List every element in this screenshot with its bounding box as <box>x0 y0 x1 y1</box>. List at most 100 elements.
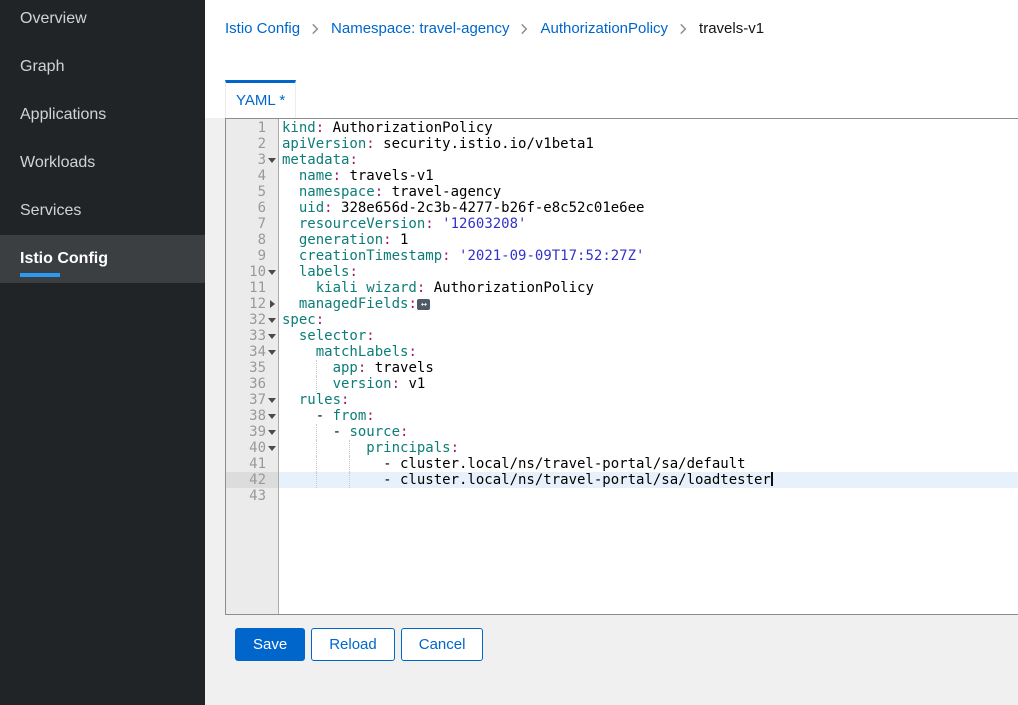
editor-line[interactable]: 34 matchLabels: <box>226 344 1018 360</box>
editor-line[interactable]: 36 version: v1 <box>226 376 1018 392</box>
code-line-content[interactable]: metadata: <box>279 152 1018 168</box>
yaml-text: : <box>408 344 416 360</box>
breadcrumb-item-authorizationpolicy[interactable]: AuthorizationPolicy <box>540 20 668 37</box>
editor-line[interactable]: 40 principals: <box>226 440 1018 456</box>
editor-line[interactable]: 2apiVersion: security.istio.io/v1beta1 <box>226 136 1018 152</box>
breadcrumb-row: Istio Config Namespace: travel-agency Auth… <box>205 0 1018 80</box>
fold-toggle-icon[interactable] <box>268 296 276 312</box>
fold-toggle-icon[interactable] <box>268 312 276 328</box>
code-line-content[interactable]: spec: <box>279 312 1018 328</box>
editor-line[interactable]: 33 selector: <box>226 328 1018 344</box>
fold-toggle-icon[interactable] <box>268 440 276 456</box>
editor-rows: 1kind: AuthorizationPolicy2apiVersion: s… <box>226 119 1018 504</box>
yaml-editor[interactable]: 1kind: AuthorizationPolicy2apiVersion: s… <box>225 118 1018 615</box>
editor-line[interactable]: 6 uid: 328e656d-2c3b-4277-b26f-e8c52c01e… <box>226 200 1018 216</box>
yaml-key: principals <box>366 440 450 456</box>
code-line-content[interactable]: kiali wizard: AuthorizationPolicy <box>279 280 1018 296</box>
folded-code-widget[interactable]: ↔ <box>417 299 430 310</box>
editor-line[interactable]: 42 - cluster.local/ns/travel-portal/sa/l… <box>226 472 1018 488</box>
yaml-key: namespace <box>299 184 375 200</box>
fold-toggle-icon[interactable] <box>268 152 276 168</box>
editor-line[interactable]: 3metadata: <box>226 152 1018 168</box>
yaml-text: - cluster.local/ns/travel-portal/sa/load… <box>282 472 771 488</box>
code-line-content[interactable]: generation: 1 <box>279 232 1018 248</box>
code-line-content[interactable]: managedFields:↔ <box>279 296 1018 312</box>
save-button[interactable]: Save <box>235 628 305 661</box>
tab-yaml[interactable]: YAML * <box>225 80 296 118</box>
fold-toggle-icon[interactable] <box>268 408 276 424</box>
yaml-key: resourceVersion <box>299 216 425 232</box>
fold-toggle-icon[interactable] <box>268 344 276 360</box>
editor-line[interactable]: 8 generation: 1 <box>226 232 1018 248</box>
yaml-text: travel-agency <box>383 184 501 200</box>
code-line-content[interactable]: - source: <box>279 424 1018 440</box>
editor-line[interactable]: 43 <box>226 488 1018 504</box>
sidebar-item-applications[interactable]: Applications <box>0 91 205 139</box>
yaml-text: security.istio.io/v1beta1 <box>375 136 594 152</box>
code-line-content[interactable]: uid: 328e656d-2c3b-4277-b26f-e8c52c01e6e… <box>279 200 1018 216</box>
code-line-content[interactable]: labels: <box>279 264 1018 280</box>
code-line-content[interactable]: matchLabels: <box>279 344 1018 360</box>
editor-line[interactable]: 10 labels: <box>226 264 1018 280</box>
code-line-content[interactable]: - cluster.local/ns/travel-portal/sa/defa… <box>279 456 1018 472</box>
yaml-key: app <box>333 360 358 376</box>
code-line-content[interactable]: - cluster.local/ns/travel-portal/sa/load… <box>279 472 1018 488</box>
breadcrumb-item-istio-config[interactable]: Istio Config <box>225 20 300 37</box>
code-line-content[interactable]: creationTimestamp: '2021-09-09T17:52:27Z… <box>279 248 1018 264</box>
cancel-button[interactable]: Cancel <box>401 628 484 661</box>
editor-line[interactable]: 37 rules: <box>226 392 1018 408</box>
fold-toggle-icon[interactable] <box>268 424 276 440</box>
yaml-key: rules <box>299 392 341 408</box>
editor-line[interactable]: 12 managedFields:↔ <box>226 296 1018 312</box>
yaml-text: - cluster.local/ns/travel-portal/sa/defa… <box>282 456 746 472</box>
code-line-content[interactable] <box>279 488 1018 504</box>
yaml-text <box>282 280 316 296</box>
yaml-key: kind <box>282 120 316 136</box>
editor-line[interactable]: 5 namespace: travel-agency <box>226 184 1018 200</box>
code-line-content[interactable]: resourceVersion: '12603208' <box>279 216 1018 232</box>
yaml-key: apiVersion <box>282 136 366 152</box>
editor-line[interactable]: 38 - from: <box>226 408 1018 424</box>
code-line-content[interactable]: principals: <box>279 440 1018 456</box>
editor-line[interactable]: 41 - cluster.local/ns/travel-portal/sa/d… <box>226 456 1018 472</box>
indent-guide <box>316 424 317 440</box>
breadcrumb: Istio Config Namespace: travel-agency Auth… <box>225 20 1018 37</box>
indent-guide <box>349 472 350 488</box>
sidebar-item-overview[interactable]: Overview <box>0 0 205 43</box>
fold-toggle-icon[interactable] <box>268 264 276 280</box>
editor-line[interactable]: 7 resourceVersion: '12603208' <box>226 216 1018 232</box>
code-line-content[interactable]: apiVersion: security.istio.io/v1beta1 <box>279 136 1018 152</box>
code-line-content[interactable]: rules: <box>279 392 1018 408</box>
editor-line[interactable]: 11 kiali wizard: AuthorizationPolicy <box>226 280 1018 296</box>
code-line-content[interactable]: - from: <box>279 408 1018 424</box>
yaml-text <box>282 440 366 456</box>
line-number: 3 <box>226 152 279 168</box>
yaml-text: : <box>316 312 324 328</box>
editor-line[interactable]: 4 name: travels-v1 <box>226 168 1018 184</box>
code-line-content[interactable]: app: travels <box>279 360 1018 376</box>
editor-line[interactable]: 9 creationTimestamp: '2021-09-09T17:52:2… <box>226 248 1018 264</box>
editor-line[interactable]: 35 app: travels <box>226 360 1018 376</box>
yaml-text: : <box>316 120 324 136</box>
code-line-content[interactable]: version: v1 <box>279 376 1018 392</box>
code-line-content[interactable]: selector: <box>279 328 1018 344</box>
editor-line[interactable]: 39 - source: <box>226 424 1018 440</box>
sidebar-item-workloads[interactable]: Workloads <box>0 139 205 187</box>
editor-line[interactable]: 1kind: AuthorizationPolicy <box>226 120 1018 136</box>
code-line-content[interactable]: namespace: travel-agency <box>279 184 1018 200</box>
sidebar-item-services[interactable]: Services <box>0 187 205 235</box>
line-number: 9 <box>226 248 279 264</box>
code-line-content[interactable]: kind: AuthorizationPolicy <box>279 120 1018 136</box>
indent-guide <box>316 472 317 488</box>
code-line-content[interactable]: name: travels-v1 <box>279 168 1018 184</box>
fold-toggle-icon[interactable] <box>268 328 276 344</box>
editor-line[interactable]: 32spec: <box>226 312 1018 328</box>
sidebar-item-graph[interactable]: Graph <box>0 43 205 91</box>
breadcrumb-item-namespace-travel-agency[interactable]: Namespace: travel-agency <box>331 20 509 37</box>
reload-button[interactable]: Reload <box>311 628 395 661</box>
text-cursor <box>771 472 773 486</box>
yaml-text <box>282 360 333 376</box>
sidebar-item-istio-config[interactable]: Istio Config <box>0 235 205 283</box>
fold-toggle-icon[interactable] <box>268 392 276 408</box>
breadcrumb-separator-icon <box>519 23 530 35</box>
